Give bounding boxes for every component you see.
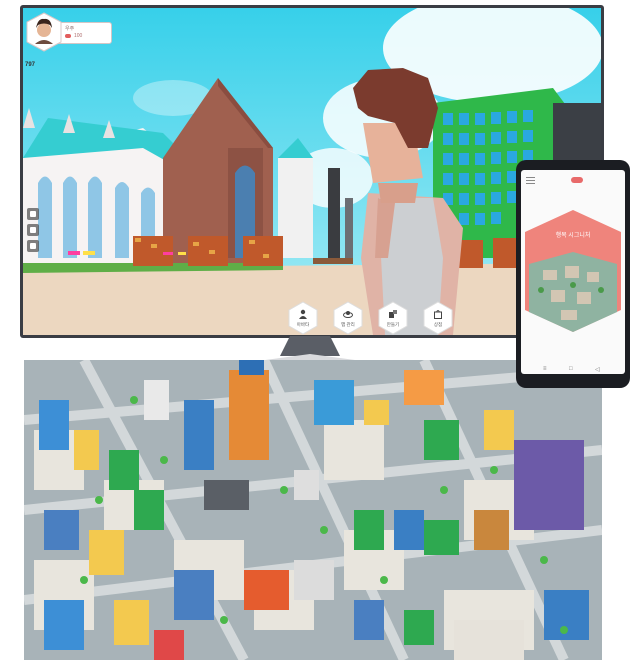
player-avatar-icon[interactable] <box>26 12 62 52</box>
person-icon <box>299 309 307 319</box>
toolbar-build-button[interactable]: 만들기 <box>378 301 408 335</box>
player-name: 우주 <box>65 26 75 32</box>
home-icon[interactable] <box>27 208 39 220</box>
chat-icon[interactable] <box>27 240 39 252</box>
toolbar-label: 상점 <box>433 322 443 327</box>
side-toolbar <box>27 208 41 256</box>
game-scene <box>23 8 601 335</box>
toolbar-label: 아바타 <box>296 322 310 327</box>
phone-hex-map <box>525 210 621 332</box>
phone-screen[interactable]: 행복 시그니처 ≡ □ ◁ <box>521 170 625 374</box>
build-icon <box>389 310 397 318</box>
player-profile[interactable]: 우주 100 <box>26 12 114 52</box>
back-icon[interactable]: ◁ <box>595 366 600 373</box>
profile-card: 우주 100 <box>54 22 112 44</box>
toolbar-shop-button[interactable]: 상점 <box>423 301 453 335</box>
shop-bag-icon <box>434 310 442 319</box>
toolbar-avatar-button[interactable]: 아바타 <box>288 301 318 335</box>
toolbar-label: 맵 관리 <box>341 322 355 327</box>
toolbar-map-button[interactable]: 맵 관리 <box>333 301 363 335</box>
toolbar-label: 만들기 <box>386 322 400 327</box>
recent-apps-icon[interactable]: ≡ <box>543 366 547 372</box>
score-display: 797 <box>25 62 36 68</box>
smartphone: 행복 시그니처 ≡ □ ◁ <box>516 160 630 388</box>
city-overview-map <box>24 360 602 660</box>
game-viewport[interactable]: 우주 100 797 아바타 맵 관리 만들기 상점 <box>23 8 601 335</box>
phone-navbar: ≡ □ ◁ <box>521 364 625 374</box>
people-icon[interactable] <box>27 224 39 236</box>
city-map-render <box>24 360 602 660</box>
coin-count: 100 <box>74 33 83 39</box>
home-button-icon[interactable]: □ <box>569 366 573 372</box>
heart-icon <box>65 34 71 38</box>
world-icon <box>343 311 353 318</box>
phone-title: 행복 시그니처 <box>555 233 591 239</box>
